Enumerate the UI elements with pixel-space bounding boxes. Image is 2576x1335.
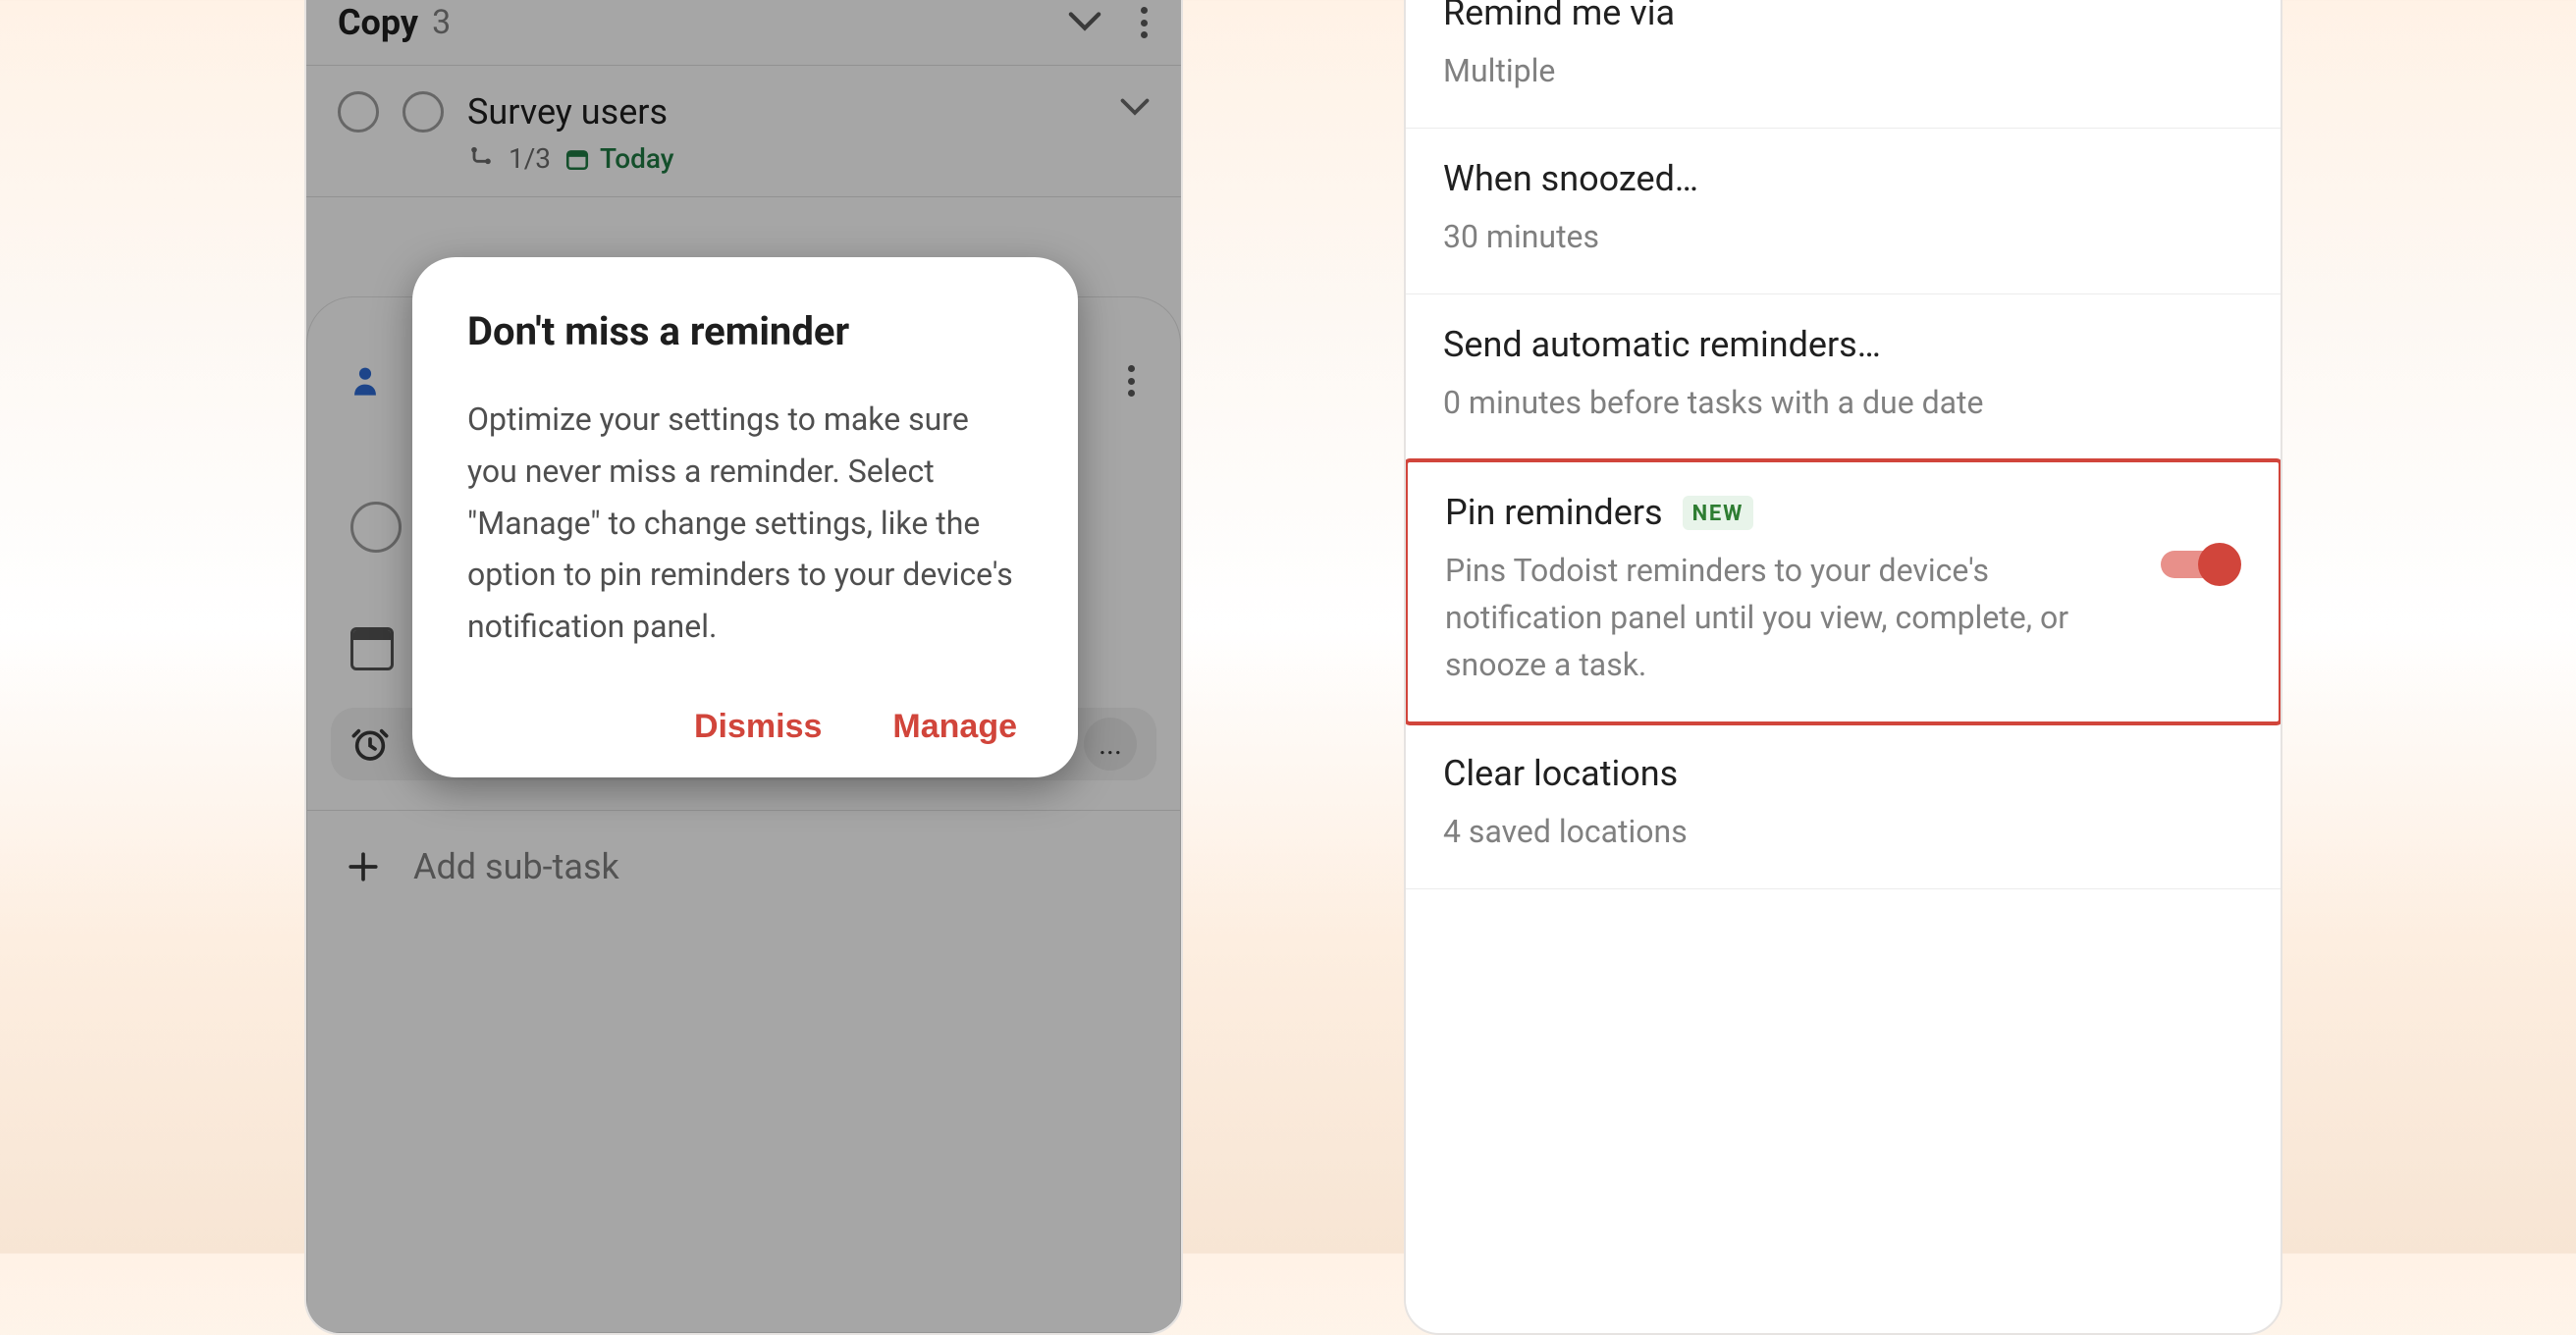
settings-list: Remind me via Multiple When snoozed… 30 … (1406, 0, 2281, 889)
setting-auto-reminders[interactable]: Send automatic reminders… 0 minutes befo… (1406, 294, 2281, 460)
setting-remind-via[interactable]: Remind me via Multiple (1406, 0, 2281, 129)
setting-clear-locations[interactable]: Clear locations 4 saved locations (1406, 723, 2281, 889)
setting-title: Send automatic reminders… (1443, 324, 2243, 365)
pin-reminders-toggle[interactable] (2161, 543, 2241, 586)
dialog-actions: Dismiss Manage (467, 708, 1023, 746)
new-badge: NEW (1683, 496, 1754, 530)
pin-title-text: Pin reminders (1445, 492, 1663, 533)
manage-button[interactable]: Manage (892, 708, 1017, 746)
setting-title: Pin reminders NEW (1445, 492, 2129, 533)
dismiss-button[interactable]: Dismiss (694, 708, 822, 746)
phone-right: Remind me via Multiple When snoozed… 30 … (1404, 0, 2282, 1335)
reminder-dialog: Don't miss a reminder Optimize your sett… (412, 257, 1078, 777)
setting-pin-reminders[interactable]: Pin reminders NEW Pins Todoist reminders… (1404, 458, 2282, 725)
dialog-body: Optimize your settings to make sure you … (467, 394, 1023, 653)
settings-blank-area (1406, 889, 2281, 1335)
phone-left: Copy 3 Survey users 1/3 (304, 0, 1183, 1335)
setting-title: Clear locations (1443, 753, 2243, 794)
dialog-title: Don't miss a reminder (467, 308, 1023, 354)
switch-thumb (2198, 543, 2241, 586)
setting-title: Remind me via (1443, 0, 2243, 33)
setting-sub: Pins Todoist reminders to your device's … (1445, 547, 2129, 688)
setting-sub: 4 saved locations (1443, 808, 2243, 855)
setting-title: When snoozed… (1443, 158, 2243, 199)
setting-sub: Multiple (1443, 47, 2243, 94)
setting-sub: 0 minutes before tasks with a due date (1443, 379, 2243, 426)
setting-when-snoozed[interactable]: When snoozed… 30 minutes (1406, 129, 2281, 294)
setting-sub: 30 minutes (1443, 213, 2243, 260)
